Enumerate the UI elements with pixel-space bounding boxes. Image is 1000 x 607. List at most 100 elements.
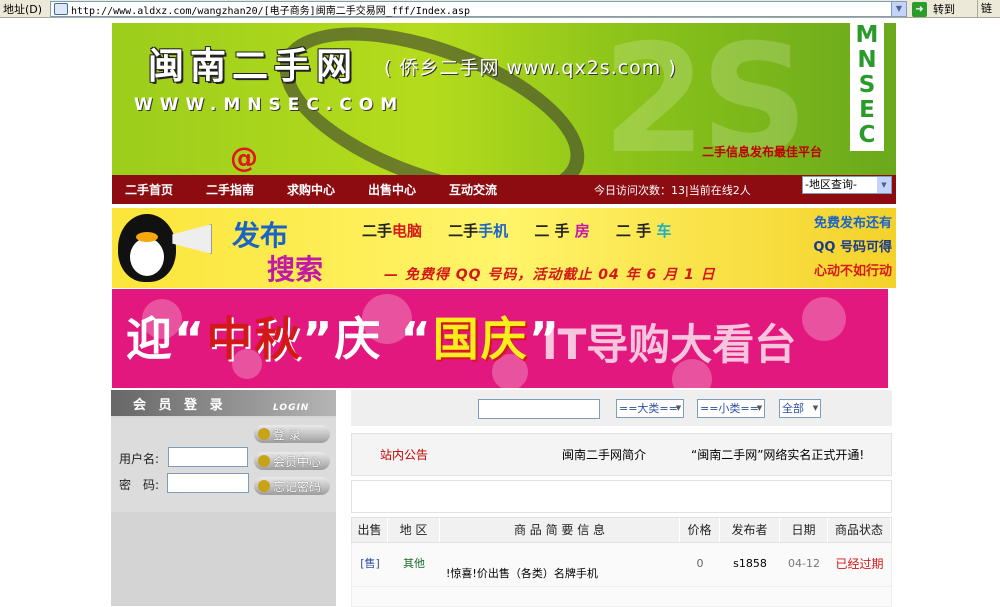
cell-info[interactable]: !惊喜!价出售（各类）名牌手机 [440, 543, 680, 586]
penguin-mascot-icon [118, 214, 176, 282]
ad-item-highlight: 车 [656, 222, 672, 240]
col-header: 价格 [680, 518, 720, 542]
col-header: 商 品 简 要 信 息 [440, 518, 680, 542]
big-category-value: ==大类== [619, 402, 678, 415]
ad-item-prefix: 二 手 [615, 222, 657, 240]
cell-region[interactable]: 其他 [388, 543, 440, 586]
username-label: 用户名: [119, 452, 160, 466]
festival-text: 迎“中秋”庆 “国庆” [126, 303, 561, 369]
side-mark-letter: C [858, 122, 876, 148]
qq-promo-ad[interactable]: 发布 搜索 二手电脑 二手手机 二 手 房 二 手 车 — 免费得 QQ 号码，… [112, 208, 896, 288]
login-form: 用户名: 密 码: 登 录 会员中心 忘记密码 [111, 418, 336, 512]
page-content: 2S 闽南二手网 ( 侨乡二手网 www.qx2s.com ) WWW.MNSE… [0, 19, 1000, 607]
banner-slogan: 二手信息发布最佳平台 [702, 145, 823, 159]
visit-counter: 今日访问次数：13|当前在线2人 [594, 184, 751, 197]
ad-item-highlight: 房 [574, 222, 590, 240]
links-button[interactable]: 链接 [977, 0, 1000, 33]
side-mark-letter: S [858, 72, 876, 98]
password-input[interactable] [167, 473, 249, 493]
scope-value: 全部 [782, 402, 804, 415]
blank-row [351, 480, 892, 513]
side-logo-mark: M N S E C [850, 23, 884, 151]
chevron-down-icon[interactable]: ▼ [891, 2, 906, 16]
site-title: 闽南二手网 [148, 46, 359, 87]
search-bar: ==大类== ▼ ==小类== ▼ 全部 ▼ [351, 390, 892, 426]
nav-item-home[interactable]: 二手首页 [125, 181, 193, 198]
col-header: 出售 [352, 518, 388, 542]
ad-right-text: 免费发布还有 QQ 号码可得 心动不如行动 [788, 212, 892, 284]
small-category-select[interactable]: ==小类== ▼ [697, 399, 765, 418]
col-header: 发布者 [720, 518, 780, 542]
nav-item-buy[interactable]: 求购中心 [287, 181, 355, 198]
table-row [351, 587, 892, 607]
login-header: 会 员 登 录 LOGIN [111, 390, 336, 416]
ad-item-prefix: 二手 [448, 222, 479, 240]
password-label: 密 码: [119, 478, 160, 492]
address-input[interactable]: http://www.aldxz.com/wangzhan20/[电子商务]闽南… [50, 1, 907, 17]
scope-select[interactable]: 全部 ▼ [779, 399, 821, 418]
arrow-right-icon [258, 428, 270, 440]
cell-type: [售] [360, 557, 380, 570]
region-select[interactable]: -地区查询- ▼ [802, 176, 892, 194]
nav-item-sell[interactable]: 出售中心 [368, 181, 436, 198]
login-title: 会 员 登 录 [133, 398, 227, 413]
col-header: 地 区 [388, 518, 440, 542]
cell-poster[interactable]: s1858 [720, 543, 780, 586]
it-guide-text: IT导购大看台 [542, 320, 797, 369]
megaphone-icon [172, 224, 212, 254]
forgot-password-label: 忘记密码 [273, 479, 322, 494]
nav-item-interact[interactable]: 互动交流 [449, 181, 517, 198]
listings-table: 出售 地 区 商 品 简 要 信 息 价格 发布者 日期 商品状态 [售] 其他… [351, 517, 892, 607]
go-button[interactable]: ➜ 转到 [912, 0, 955, 18]
side-mark-letter: M [855, 23, 879, 48]
ad-item-prefix: 二 手 [534, 222, 575, 240]
member-center-label: 会员中心 [273, 454, 322, 469]
ad-right-line: QQ 号码可得 [813, 240, 892, 255]
cell-status: 已经过期 [835, 557, 884, 571]
ad-deadline-text: — 免费得 QQ 号码，活动截止 04 年 6 月 1 日 [384, 267, 716, 283]
arrow-right-icon [258, 455, 270, 467]
col-header: 商品状态 [828, 518, 891, 542]
big-category-select[interactable]: ==大类== ▼ [616, 399, 684, 418]
notice-bar: 站内公告 闽南二手网简介 “闽南二手网”网络实名正式开通! [351, 433, 892, 476]
address-url: http://www.aldxz.com/wangzhan20/[电子商务]闽南… [71, 5, 470, 17]
festival-ad[interactable]: 迎“中秋”庆 “国庆” IT导购大看台 [112, 289, 888, 388]
nav-item-guide[interactable]: 二手指南 [206, 181, 274, 198]
forgot-password-button[interactable]: 忘记密码 [254, 477, 330, 495]
search-input[interactable] [478, 399, 600, 419]
ad-item-prefix: 二手 [362, 222, 393, 240]
site-domain: WWW.MNSEC.COM [134, 95, 405, 115]
ad-item-highlight: 手机 [478, 222, 509, 240]
table-row: [售] 其他 !惊喜!价出售（各类）名牌手机 0 s1858 04-12 已经过… [351, 543, 892, 587]
username-input[interactable] [168, 447, 248, 467]
address-label: 地址(D) [3, 2, 43, 16]
col-header: 日期 [780, 518, 828, 542]
member-center-button[interactable]: 会员中心 [254, 452, 330, 470]
side-mark-letter: N [857, 47, 877, 73]
ad-search-text: 搜索 [267, 253, 324, 286]
region-select-value: -地区查询- [805, 178, 857, 191]
cell-date: 04-12 [788, 557, 820, 570]
login-button-label: 登 录 [273, 427, 301, 442]
address-bar: 地址(D) http://www.aldxz.com/wangzhan20/[电… [0, 0, 1000, 33]
notice-link[interactable]: “闽南二手网”网络实名正式开通! [691, 446, 864, 463]
notice-label: 站内公告 [380, 448, 429, 462]
chevron-down-icon: ▼ [812, 404, 819, 412]
ad-right-line: 免费发布还有 [813, 216, 892, 231]
ad-right-line: 心动不如行动 [813, 264, 892, 279]
ad-item-highlight: 电脑 [392, 222, 423, 240]
notice-link[interactable]: 闽南二手网简介 [562, 446, 646, 463]
chevron-down-icon: ▼ [675, 404, 682, 412]
login-button[interactable]: 登 录 [254, 425, 330, 443]
login-panel: 会 员 登 录 LOGIN 用户名: 密 码: 登 录 会员中心 忘记密码 [111, 390, 336, 606]
cell-price: 0 [696, 557, 704, 570]
small-category-value: ==小类== [700, 402, 759, 415]
site-banner: 2S 闽南二手网 ( 侨乡二手网 www.qx2s.com ) WWW.MNSE… [112, 23, 896, 175]
arrow-right-icon [258, 480, 270, 492]
festival-text-b: 中秋 [206, 312, 303, 366]
go-label: 转到 [933, 3, 955, 16]
main-panel: ==大类== ▼ ==小类== ▼ 全部 ▼ 站内公告 闽南二手网简介 “闽南二… [351, 390, 892, 607]
ad-category-list: 二手电脑 二手手机 二 手 房 二 手 车 [362, 220, 671, 241]
go-arrow-icon: ➜ [912, 1, 927, 17]
chevron-down-icon: ▼ [756, 404, 763, 412]
